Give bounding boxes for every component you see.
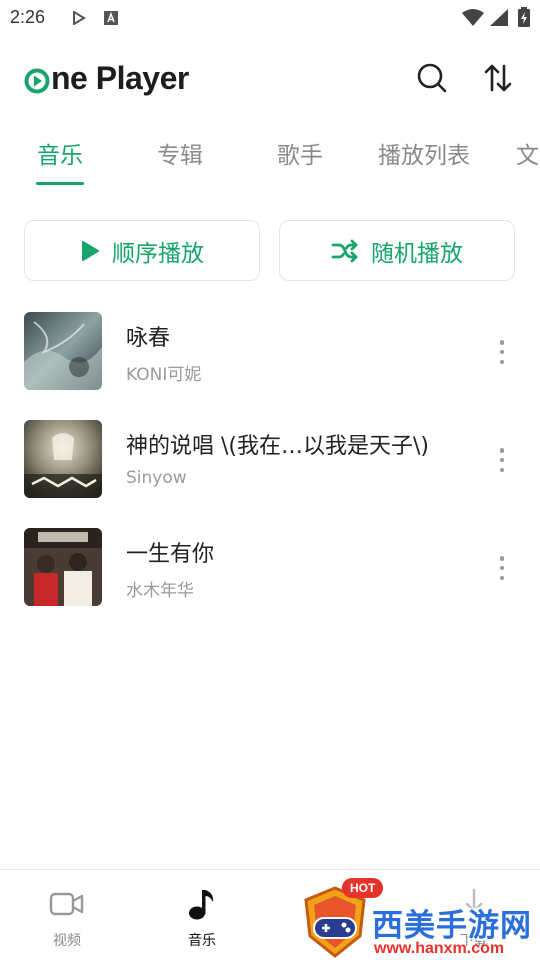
- play-shuffle-button[interactable]: 随机播放: [279, 220, 515, 281]
- search-icon: [417, 63, 447, 93]
- song-item[interactable]: 咏春 KONI可妮: [0, 312, 540, 408]
- song-title: 一生有你: [126, 542, 215, 567]
- play-shuffle-label: 随机播放: [371, 240, 463, 267]
- shuffle-icon: [331, 239, 358, 262]
- sort-button[interactable]: [480, 60, 516, 96]
- signal-icon: [490, 9, 508, 30]
- hot-badge: HOT: [342, 878, 384, 898]
- nav-music[interactable]: 音乐: [152, 870, 252, 960]
- tab-albums[interactable]: 专辑: [157, 136, 203, 170]
- app-header: ne Player: [0, 50, 540, 106]
- song-artist: KONI可妮: [126, 365, 202, 385]
- more-options-button[interactable]: [488, 336, 516, 368]
- app-logo: ne Player: [24, 58, 189, 98]
- video-camera-icon: [49, 886, 85, 922]
- song-title: 咏春: [126, 326, 171, 351]
- logo-text: ne Player: [51, 60, 189, 96]
- play-sequential-button[interactable]: 顺序播放: [24, 220, 260, 281]
- battery-icon: [518, 7, 530, 31]
- more-options-button[interactable]: [488, 444, 516, 476]
- song-title: 神的说唱 \(我在…以我是天子\): [126, 434, 429, 459]
- nav-video[interactable]: 视频: [17, 870, 117, 960]
- sort-icon: [484, 64, 512, 92]
- active-tab-indicator: [36, 182, 84, 185]
- status-time: 2:26: [10, 7, 46, 27]
- nav-video-label: 视频: [53, 933, 81, 949]
- a-notification-icon: [104, 10, 118, 29]
- album-cover: [24, 420, 102, 498]
- status-bar: 2:26: [0, 0, 540, 36]
- tab-artists[interactable]: 歌手: [277, 136, 323, 170]
- logo-play-icon: [24, 68, 50, 94]
- wifi-icon: [462, 9, 484, 30]
- category-tabs: 音乐 专辑 歌手 播放列表 文: [0, 128, 540, 188]
- nav-music-label: 音乐: [188, 933, 216, 949]
- song-item[interactable]: 神的说唱 \(我在…以我是天子\) Sinyow: [0, 420, 540, 516]
- watermark-overlay: HOT 西美手游网 www.hanxm.com: [300, 872, 540, 960]
- song-item[interactable]: 一生有你 水木年华: [0, 528, 540, 624]
- song-artist: Sinyow: [126, 468, 187, 488]
- watermark-url: www.hanxm.com: [374, 940, 505, 957]
- play-icon: [82, 240, 99, 261]
- play-sequential-label: 顺序播放: [112, 240, 204, 267]
- tab-music[interactable]: 音乐: [37, 136, 83, 170]
- tab-files[interactable]: 文: [516, 136, 539, 170]
- play-store-icon: [72, 10, 86, 29]
- music-note-icon: [184, 886, 220, 922]
- album-cover: [24, 312, 102, 390]
- search-button[interactable]: [414, 60, 450, 96]
- song-artist: 水木年华: [126, 581, 194, 601]
- more-options-button[interactable]: [488, 552, 516, 584]
- watermark-title: 西美手游网: [372, 908, 532, 944]
- album-cover: [24, 528, 102, 606]
- tab-playlists[interactable]: 播放列表: [378, 136, 470, 170]
